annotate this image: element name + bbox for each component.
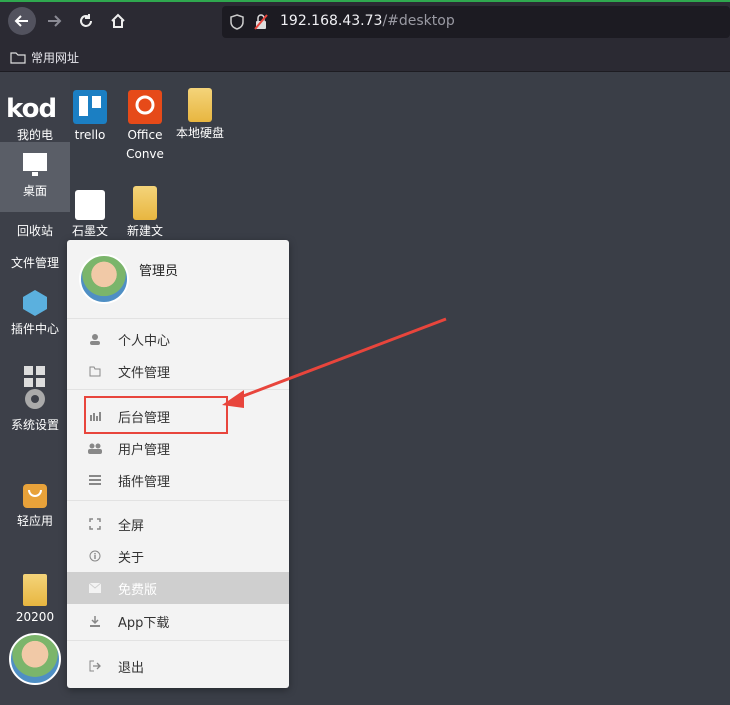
user-avatar-button[interactable] — [9, 633, 61, 685]
annotation-arrow — [222, 317, 447, 408]
